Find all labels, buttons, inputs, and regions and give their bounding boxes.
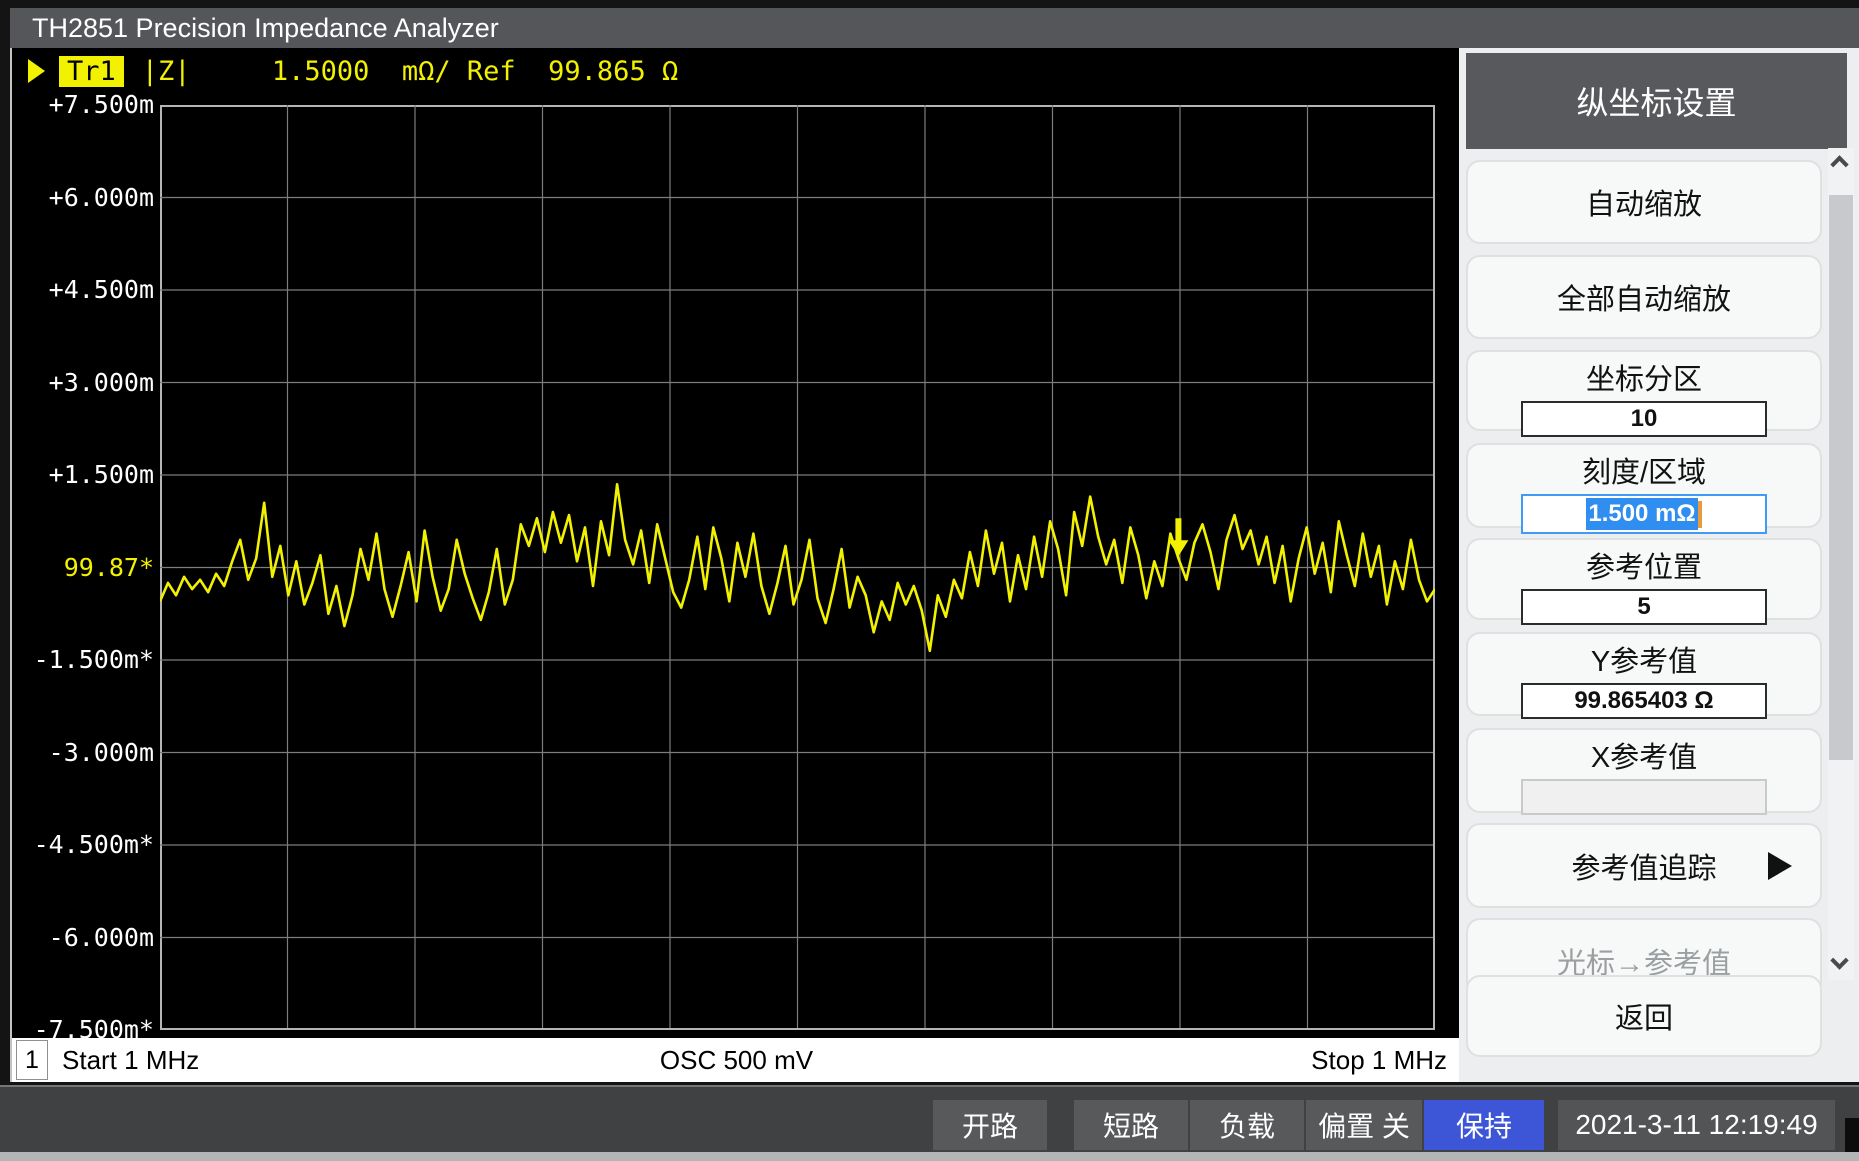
x-reference-value-group: X参考值: [1466, 728, 1822, 813]
back-button[interactable]: 返回: [1466, 975, 1822, 1057]
trace-name-badge[interactable]: Tr1: [59, 56, 124, 87]
y-tick-label: +6.000m: [14, 183, 154, 212]
divisions-input[interactable]: 10: [1521, 401, 1767, 437]
trace-plot: [160, 105, 1435, 1030]
osc-level-label: OSC 500 mV: [12, 1045, 1459, 1076]
scale-per-div-label: 刻度/区域: [1468, 449, 1820, 491]
autoscale-button[interactable]: 自动缩放: [1466, 160, 1822, 244]
chevron-down-icon[interactable]: [1830, 951, 1848, 969]
window-corner: [1845, 1118, 1859, 1152]
y-tick-label: 99.87*: [14, 553, 154, 582]
active-trace-arrow-icon: [28, 59, 45, 83]
trace-readout: |Z| 1.5000 mΩ/ Ref 99.865 Ω: [142, 56, 678, 87]
y-tick-label: -1.500m*: [14, 645, 154, 674]
stop-frequency-label: Stop 1 MHz: [1311, 1045, 1447, 1076]
y-tick-label: +4.500m: [14, 275, 154, 304]
y-tick-label: +1.500m: [14, 460, 154, 489]
panel-header: 纵坐标设置: [1466, 53, 1847, 149]
scale-per-div-group: 刻度/区域 1.500 mΩ: [1466, 443, 1822, 528]
load-correction-button[interactable]: 负载: [1190, 1100, 1304, 1150]
divisions-group: 坐标分区 10: [1466, 350, 1822, 431]
y-tick-label: +3.000m: [14, 368, 154, 397]
reference-position-group: 参考位置 5: [1466, 538, 1822, 620]
y-reference-value-input[interactable]: 99.865403 Ω: [1521, 683, 1767, 719]
plot-area: [160, 105, 1435, 1030]
x-reference-value-input: [1521, 779, 1767, 815]
measurement-screen: Tr1 |Z| 1.5000 mΩ/ Ref 99.865 Ω +7.500m +…: [10, 48, 1459, 1082]
chevron-up-icon[interactable]: [1830, 155, 1848, 173]
y-tick-label: -6.000m: [14, 923, 154, 952]
reference-position-input[interactable]: 5: [1521, 589, 1767, 625]
y-reference-value-label: Y参考值: [1468, 638, 1820, 680]
y-reference-value-group: Y参考值 99.865403 Ω: [1466, 632, 1822, 716]
hold-button[interactable]: 保持: [1424, 1100, 1544, 1150]
reference-tracking-button[interactable]: 参考值追踪: [1466, 823, 1822, 908]
divisions-label: 坐标分区: [1468, 356, 1820, 398]
reference-position-label: 参考位置: [1468, 544, 1820, 586]
y-tick-label: -3.000m: [14, 738, 154, 767]
trace-info-bar: Tr1 |Z| 1.5000 mΩ/ Ref 99.865 Ω: [28, 54, 678, 88]
window-title: TH2851 Precision Impedance Analyzer: [32, 13, 499, 43]
title-bar: TH2851 Precision Impedance Analyzer: [10, 8, 1859, 48]
scrollbar-thumb[interactable]: [1829, 195, 1853, 760]
bias-off-button[interactable]: 偏置 关: [1306, 1100, 1422, 1150]
open-correction-button[interactable]: 开路: [933, 1100, 1047, 1150]
panel-scrollbar[interactable]: [1828, 148, 1854, 980]
text-cursor: [1698, 501, 1702, 528]
selected-text: 1.500 mΩ: [1586, 498, 1697, 530]
y-tick-label: -4.500m*: [14, 830, 154, 859]
scale-per-div-input[interactable]: 1.500 mΩ: [1521, 494, 1767, 534]
y-axis-settings-panel: 纵坐标设置 自动缩放 全部自动缩放 坐标分区 10 刻度/区域 1.500 mΩ…: [1459, 48, 1859, 1082]
datetime-display: 2021-3-11 12:19:49: [1558, 1100, 1835, 1150]
bottom-status-bar: 开路 短路 负载 偏置 关 保持 2021-3-11 12:19:49: [0, 1085, 1859, 1152]
window-bottom-edge: [0, 1152, 1859, 1161]
submenu-arrow-icon: [1768, 852, 1792, 880]
x-reference-value-label: X参考值: [1468, 734, 1820, 776]
short-correction-button[interactable]: 短路: [1074, 1100, 1188, 1150]
sweep-status-row: 1 Start 1 MHz OSC 500 mV Stop 1 MHz: [12, 1038, 1459, 1082]
y-tick-label: +7.500m: [14, 90, 154, 119]
autoscale-all-button[interactable]: 全部自动缩放: [1466, 255, 1822, 339]
